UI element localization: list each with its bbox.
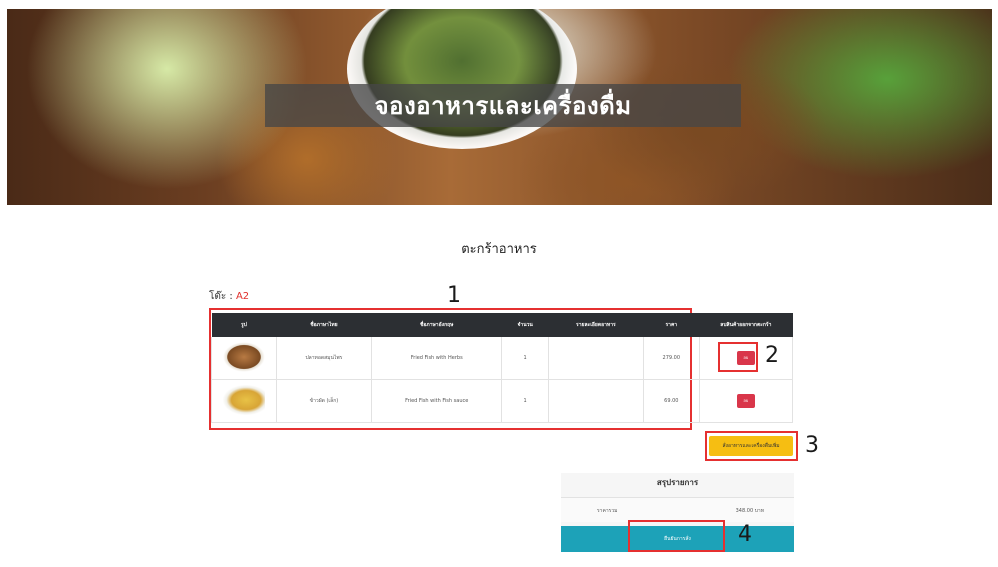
col-header-qty: จำนวน [501,313,549,337]
annotation-number-3: 3 [805,433,819,458]
table-header-row: รูป ชื่อภาษาไทย ชื่อภาษาอังกฤษ จำนวน ราย… [211,313,793,337]
annotation-number-2: 2 [765,343,779,368]
cart-title: ตะกร้าอาหาร [461,242,537,257]
summary-total-row: ราคารวม 348.00 บาท [561,497,794,522]
banner-title-box: จองอาหารและเครื่องดื่ม [265,84,741,127]
col-header-price: ราคา [643,313,700,337]
col-header-remove: ลบสินค้าออกจากตะกร้า [699,313,793,337]
cell-detail [548,379,644,423]
table-number: โต๊ะ : A2 [209,289,249,304]
table-row: ข้าวผัด (เล็ก) Fried Fish with Fish sauc… [211,379,794,423]
food-thumbnail [222,385,265,415]
annotation-box-order-more [705,431,798,461]
annotation-number-1: 1 [447,283,461,308]
col-header-name-th: ชื่อภาษาไทย [276,313,372,337]
cell-qty: 1 [501,337,549,380]
summary-title: สรุปรายการ [656,478,699,487]
cell-name-en: Fried Fish with Herbs [371,337,503,380]
total-label: ราคารวม [597,508,618,514]
cell-image [211,379,277,423]
table-row: ปลาทอดสมุนไพร Fried Fish with Herbs 1 27… [211,337,794,380]
col-header-name-en: ชื่อภาษาอังกฤษ [371,313,502,337]
banner-food-bowl [347,9,577,149]
banner-image: จองอาหารและเครื่องดื่ม [7,9,992,205]
cell-name-th: ปลาทอดสมุนไพร [276,337,372,380]
cell-price: 69.00 [643,379,700,423]
cell-price: 279.00 [643,337,700,380]
col-header-detail: รายละเอียดอาหาร [548,313,644,337]
cart-table: รูป ชื่อภาษาไทย ชื่อภาษาอังกฤษ จำนวน ราย… [211,313,794,423]
food-thumbnail [222,342,265,372]
annotation-number-4: 4 [738,522,752,547]
banner-title: จองอาหารและเครื่องดื่ม [374,92,632,120]
cell-name-th: ข้าวผัด (เล็ก) [276,379,372,423]
total-value: 348.00 บาท [735,508,764,514]
cell-image [211,337,277,380]
table-number-label: โต๊ะ : [209,291,236,302]
cell-name-en: Fried Fish with Fish sauce [371,379,503,423]
annotation-box-delete [718,342,758,372]
cell-qty: 1 [501,379,549,423]
col-header-image: รูป [211,313,277,337]
table-number-value: A2 [235,291,250,302]
cell-detail [548,337,644,380]
delete-button[interactable]: ลบ [736,394,755,408]
cell-remove: ลบ [699,379,794,423]
annotation-box-confirm [628,520,725,552]
